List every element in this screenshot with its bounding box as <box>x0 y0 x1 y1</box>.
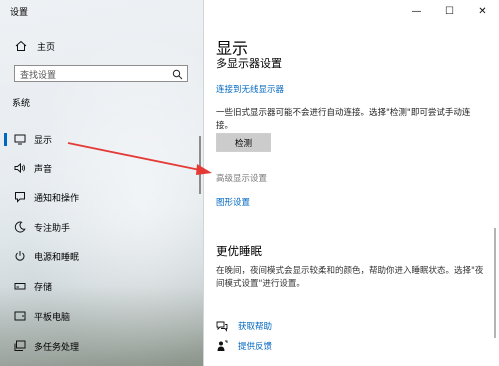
help-chat-icon <box>216 321 228 332</box>
sidebar-item-display[interactable]: 显示 <box>0 129 200 149</box>
detect-description: 一些旧式显示器可能不会进行自动连接。选择"检测"即可尝试手动连接。 <box>216 108 471 131</box>
sidebar-item-label: 声音 <box>34 165 53 175</box>
sidebar-item-label: 显示 <box>34 136 53 146</box>
get-help-link[interactable]: 获取帮助 <box>216 319 272 333</box>
multitask-icon <box>14 340 26 351</box>
sidebar-item-notifications[interactable]: 通知和操作 <box>0 187 200 207</box>
feedback-person-icon <box>217 340 228 351</box>
wireless-display-link[interactable]: 连接到无线显示器 <box>216 83 284 95</box>
monitor-icon <box>14 134 26 145</box>
sidebar-item-label: 平板电脑 <box>34 313 71 323</box>
sidebar: 设置 主页 查找设置 系统 显示 声音 通知和操作 专注助手 电源和睡眠 存储 … <box>0 0 204 366</box>
content-pane: — ☐ ✕ 显示 多显示器设置 连接到无线显示器 一些旧式显示器可能不会进行自动… <box>204 0 499 366</box>
sidebar-scrollbar[interactable] <box>199 136 201 194</box>
sidebar-item-focus-assist[interactable]: 专注助手 <box>0 217 200 237</box>
speaker-icon <box>14 162 26 174</box>
sleep-heading: 更优睡眠 <box>216 244 262 258</box>
sidebar-item-storage[interactable]: 存储 <box>0 276 200 296</box>
sidebar-item-tablet[interactable]: 平板电脑 <box>0 306 200 326</box>
close-button[interactable]: ✕ <box>466 0 499 22</box>
tablet-icon <box>14 311 26 321</box>
give-feedback-label: 提供反馈 <box>238 342 273 352</box>
multi-display-heading: 多显示器设置 <box>216 57 282 70</box>
sidebar-item-sound[interactable]: 声音 <box>0 158 200 178</box>
sidebar-item-power-sleep[interactable]: 电源和睡眠 <box>0 246 200 266</box>
sleep-description: 在晚间，夜间模式会显示较柔和的颜色，帮助你进入睡眠状态。选择"夜间模式设置"进行… <box>216 266 484 289</box>
caption-buttons: — ☐ ✕ <box>400 0 499 22</box>
home-link[interactable]: 主页 <box>15 38 55 54</box>
storage-icon <box>14 283 26 290</box>
search-icon <box>172 69 183 80</box>
window-title: 设置 <box>10 8 29 18</box>
search-placeholder: 查找设置 <box>20 71 57 81</box>
home-icon <box>15 40 27 51</box>
sidebar-item-multitasking[interactable]: 多任务处理 <box>0 336 200 356</box>
sidebar-item-label: 专注助手 <box>34 224 71 234</box>
moon-icon <box>14 221 26 233</box>
section-label: 系统 <box>12 99 31 109</box>
advanced-display-settings-link[interactable]: 高级显示设置 <box>216 172 267 184</box>
power-icon <box>15 251 25 261</box>
maximize-button[interactable]: ☐ <box>433 0 466 22</box>
detect-button[interactable]: 检测 <box>216 133 271 152</box>
search-input[interactable]: 查找设置 <box>14 65 188 82</box>
notification-icon <box>15 192 25 203</box>
sidebar-item-label: 多任务处理 <box>34 343 80 353</box>
selection-indicator <box>4 133 7 146</box>
home-label: 主页 <box>37 42 56 53</box>
give-feedback-link[interactable]: 提供反馈 <box>216 339 272 353</box>
sidebar-item-label: 电源和睡眠 <box>34 253 80 263</box>
minimize-button[interactable]: — <box>400 0 433 22</box>
graphics-settings-link[interactable]: 图形设置 <box>216 196 250 208</box>
get-help-label: 获取帮助 <box>238 322 273 332</box>
sidebar-item-label: 通知和操作 <box>34 194 80 204</box>
sidebar-item-label: 存储 <box>34 283 53 293</box>
settings-window: 设置 主页 查找设置 系统 显示 声音 通知和操作 专注助手 电源和睡眠 存储 … <box>0 0 499 366</box>
content-scrollbar[interactable] <box>494 228 496 338</box>
